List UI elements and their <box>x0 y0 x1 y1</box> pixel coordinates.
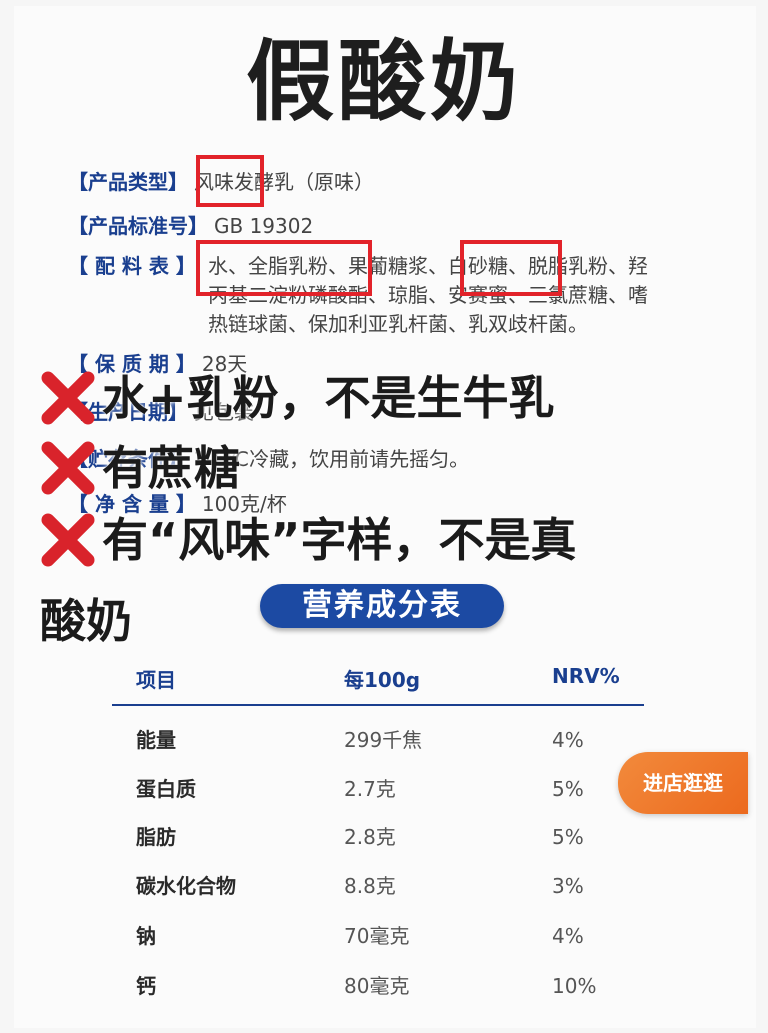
row-value: 2.7克 <box>344 777 396 801</box>
claim-text-1: 水+乳粉，不是生牛乳 <box>102 371 555 425</box>
row-value: 299千焦 <box>344 728 423 752</box>
claim-text-3-cont: 酸奶 <box>40 594 132 648</box>
row-value: 2.8克 <box>344 825 396 849</box>
claim-text-2: 有蔗糖 <box>102 441 240 495</box>
table-row: 钙 80毫克 10% <box>0 966 768 1006</box>
row-name: 脂肪 <box>136 825 176 849</box>
claim-text-3: 有“风味”字样，不是真 <box>102 513 577 567</box>
highlight-box-water-milk-powder <box>196 240 372 296</box>
row-nrv: 5% <box>552 825 584 849</box>
table-divider <box>112 704 644 706</box>
row-nrv: 5% <box>552 777 584 801</box>
highlight-box-flavor <box>196 155 264 207</box>
row-nrv: 10% <box>552 974 597 998</box>
row-value: 70毫克 <box>344 924 410 948</box>
product-type-label: 【产品类型】 <box>68 170 188 194</box>
standard-value: GB 19302 <box>214 214 314 238</box>
highlight-box-sugar <box>460 240 562 296</box>
x-mark-icon <box>41 371 95 425</box>
claim-line-3: 有“风味”字样，不是真 <box>38 510 576 570</box>
ingredients-line: 热链球菌、保加利亚乳杆菌、乳双歧杆菌。 <box>208 312 588 336</box>
x-mark-icon <box>41 441 95 495</box>
row-name: 钙 <box>136 974 156 998</box>
standard-row: 【产品标准号】 GB 19302 <box>68 212 313 240</box>
header-per-100g: 每100g <box>344 668 421 692</box>
ingredients-label: 【 配 料 表 】 <box>68 254 196 278</box>
page-title: 假酸奶 <box>245 30 522 133</box>
row-nrv: 4% <box>552 924 584 948</box>
row-value: 8.8克 <box>344 874 396 898</box>
table-row: 脂肪 2.8克 5% <box>0 817 768 857</box>
ingredients-row: 【 配 料 表 】 <box>68 252 202 280</box>
row-nrv: 4% <box>552 728 584 752</box>
visit-store-button[interactable]: 进店逛逛 <box>618 752 748 814</box>
row-name: 碳水化合物 <box>136 874 236 898</box>
nutrition-title: 营养成分表 <box>260 584 504 628</box>
row-name: 能量 <box>136 728 176 752</box>
row-name: 钠 <box>136 924 156 948</box>
table-row: 碳水化合物 8.8克 3% <box>0 866 768 906</box>
row-value: 80毫克 <box>344 974 410 998</box>
x-mark-icon <box>41 513 95 567</box>
header-nrv: NRV% <box>552 664 620 688</box>
claim-line-1: 水+乳粉，不是生牛乳 <box>38 368 555 428</box>
table-row: 钠 70毫克 4% <box>0 916 768 956</box>
row-name: 蛋白质 <box>136 777 196 801</box>
standard-label: 【产品标准号】 <box>68 214 208 238</box>
claim-line-2: 有蔗糖 <box>38 438 240 498</box>
row-nrv: 3% <box>552 874 584 898</box>
header-item: 项目 <box>136 668 176 692</box>
